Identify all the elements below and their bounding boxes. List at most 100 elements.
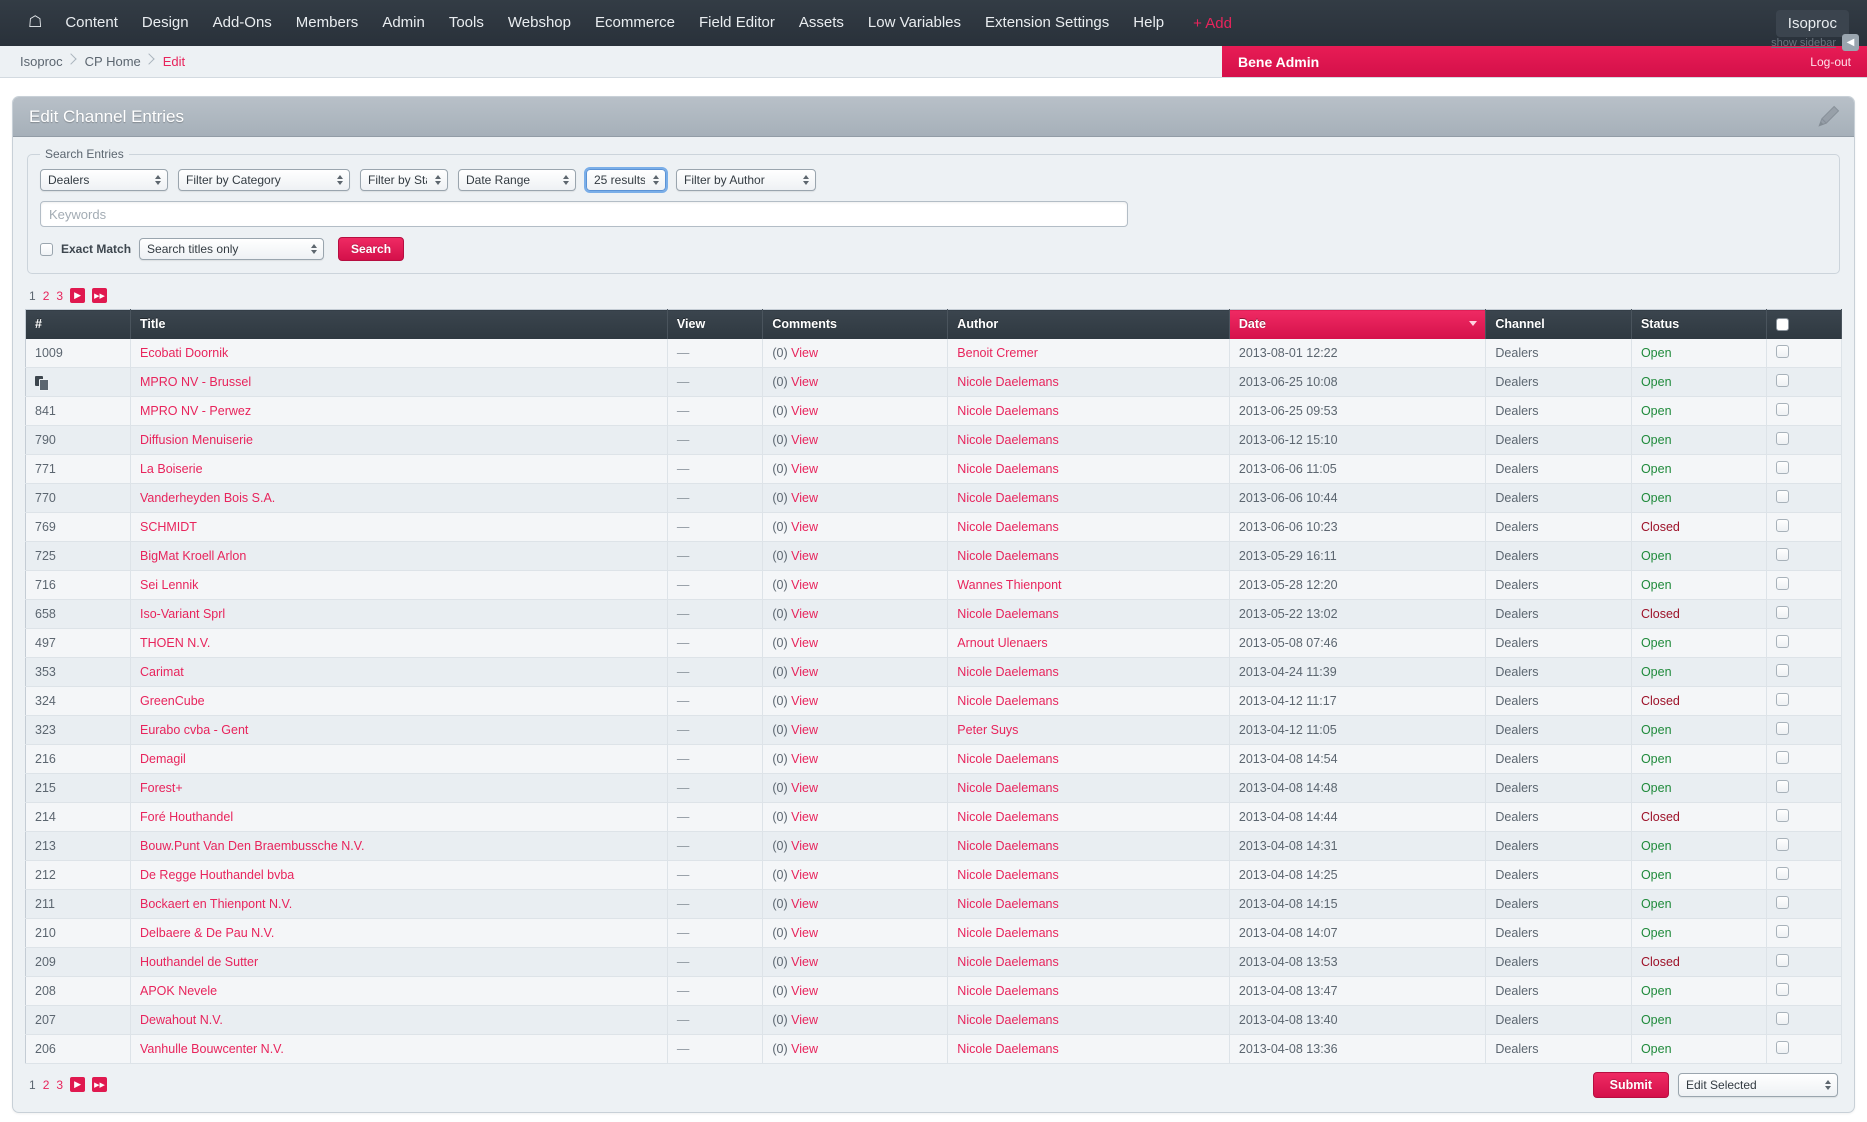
- add-button[interactable]: + Add: [1183, 10, 1242, 37]
- author-link[interactable]: Nicole Daelemans: [957, 520, 1058, 534]
- nav-item-members[interactable]: Members: [285, 9, 370, 37]
- last-page-icon[interactable]: ▶▶: [92, 288, 108, 303]
- entry-title-link[interactable]: Bockaert en Thienpont N.V.: [140, 897, 292, 911]
- comments-view-link[interactable]: View: [791, 897, 818, 911]
- entry-title-link[interactable]: Iso-Variant Sprl: [140, 607, 225, 621]
- row-select-checkbox[interactable]: [1775, 750, 1789, 764]
- entry-title-link[interactable]: Dewahout N.V.: [140, 1013, 223, 1027]
- next-page-icon[interactable]: ▶: [70, 1077, 86, 1092]
- comments-view-link[interactable]: View: [791, 926, 818, 940]
- row-select-checkbox[interactable]: [1775, 895, 1789, 909]
- row-select-checkbox[interactable]: [1775, 344, 1789, 358]
- comments-view-link[interactable]: View: [791, 723, 818, 737]
- entry-title-link[interactable]: SCHMIDT: [140, 520, 197, 534]
- column-header-title[interactable]: Title: [130, 309, 668, 339]
- row-select-checkbox[interactable]: [1775, 982, 1789, 996]
- author-link[interactable]: Nicole Daelemans: [957, 694, 1058, 708]
- nav-item-low-variables[interactable]: Low Variables: [857, 9, 972, 37]
- nav-item-ecommerce[interactable]: Ecommerce: [584, 9, 686, 37]
- comments-view-link[interactable]: View: [791, 752, 818, 766]
- bulk-action-select[interactable]: Edit Selected: [1678, 1072, 1838, 1097]
- comments-view-link[interactable]: View: [791, 810, 818, 824]
- submit-button[interactable]: Submit: [1592, 1071, 1669, 1098]
- nav-item-admin[interactable]: Admin: [371, 9, 436, 37]
- entry-title-link[interactable]: Forest+: [140, 781, 183, 795]
- entry-title-link[interactable]: Carimat: [140, 665, 184, 679]
- entry-title-link[interactable]: Delbaere & De Pau N.V.: [140, 926, 274, 940]
- author-link[interactable]: Nicole Daelemans: [957, 491, 1058, 505]
- author-link[interactable]: Nicole Daelemans: [957, 781, 1058, 795]
- author-link[interactable]: Nicole Daelemans: [957, 839, 1058, 853]
- row-select-checkbox[interactable]: [1775, 692, 1789, 706]
- entry-title-link[interactable]: MPRO NV - Brussel: [140, 375, 251, 389]
- entry-title-link[interactable]: Demagil: [140, 752, 186, 766]
- row-select-checkbox[interactable]: [1775, 431, 1789, 445]
- row-select-checkbox[interactable]: [1775, 547, 1789, 561]
- category-filter[interactable]: Filter by Category: [178, 169, 350, 191]
- search-scope-select[interactable]: Search titles only: [139, 238, 325, 260]
- author-filter[interactable]: Filter by Author: [676, 169, 816, 191]
- column-header-select-all[interactable]: [1766, 309, 1843, 339]
- entry-title-link[interactable]: BigMat Kroell Arlon: [140, 549, 246, 563]
- author-link[interactable]: Wannes Thienpont: [957, 578, 1061, 592]
- exact-match-checkbox[interactable]: [40, 242, 53, 256]
- comments-view-link[interactable]: View: [791, 375, 818, 389]
- page-link-2[interactable]: 2: [43, 289, 50, 303]
- author-link[interactable]: Nicole Daelemans: [957, 462, 1058, 476]
- author-link[interactable]: Nicole Daelemans: [957, 607, 1058, 621]
- nav-item-design[interactable]: Design: [131, 9, 200, 37]
- author-link[interactable]: Arnout Ulenaers: [957, 636, 1047, 650]
- author-link[interactable]: Nicole Daelemans: [957, 810, 1058, 824]
- breadcrumb-item-cp-home[interactable]: CP Home: [79, 46, 157, 78]
- exact-match-label[interactable]: Exact Match: [61, 242, 131, 256]
- column-header-num[interactable]: #: [25, 309, 131, 339]
- nav-item-tools[interactable]: Tools: [438, 9, 495, 37]
- column-header-author[interactable]: Author: [947, 309, 1230, 339]
- entry-title-link[interactable]: APOK Nevele: [140, 984, 217, 998]
- author-link[interactable]: Nicole Daelemans: [957, 404, 1058, 418]
- page-link-3[interactable]: 3: [56, 289, 63, 303]
- nav-item-help[interactable]: Help: [1122, 9, 1175, 37]
- row-select-checkbox[interactable]: [1775, 634, 1789, 648]
- author-link[interactable]: Nicole Daelemans: [957, 955, 1058, 969]
- author-link[interactable]: Nicole Daelemans: [957, 375, 1058, 389]
- entry-title-link[interactable]: MPRO NV - Perwez: [140, 404, 251, 418]
- site-selector[interactable]: Isoproc: [1775, 9, 1849, 37]
- row-select-checkbox[interactable]: [1775, 460, 1789, 474]
- row-select-checkbox[interactable]: [1775, 489, 1789, 503]
- row-select-checkbox[interactable]: [1775, 837, 1789, 851]
- row-select-checkbox[interactable]: [1775, 518, 1789, 532]
- entry-title-link[interactable]: Houthandel de Sutter: [140, 955, 258, 969]
- author-link[interactable]: Nicole Daelemans: [957, 984, 1058, 998]
- row-select-checkbox[interactable]: [1775, 1011, 1789, 1025]
- status-filter[interactable]: Filter by Status: [360, 169, 448, 191]
- comments-view-link[interactable]: View: [791, 839, 818, 853]
- breadcrumb-item-edit[interactable]: Edit: [157, 46, 201, 78]
- page-link-2[interactable]: 2: [43, 1078, 50, 1092]
- show-sidebar-link[interactable]: show sidebar: [1771, 37, 1836, 49]
- entry-title-link[interactable]: Vanderheyden Bois S.A.: [140, 491, 275, 505]
- row-select-checkbox[interactable]: [1775, 808, 1789, 822]
- results-count-filter[interactable]: 25 results: [584, 167, 668, 193]
- select-all-checkbox[interactable]: [1775, 318, 1789, 332]
- entry-title-link[interactable]: THOEN N.V.: [140, 636, 210, 650]
- row-select-checkbox[interactable]: [1775, 721, 1789, 735]
- next-page-icon[interactable]: ▶: [70, 288, 86, 303]
- comments-view-link[interactable]: View: [791, 781, 818, 795]
- comments-view-link[interactable]: View: [791, 665, 818, 679]
- nav-item-extension-settings[interactable]: Extension Settings: [974, 9, 1120, 37]
- author-link[interactable]: Nicole Daelemans: [957, 1013, 1058, 1027]
- column-header-view[interactable]: View: [667, 309, 764, 339]
- column-header-date[interactable]: Date: [1229, 309, 1487, 339]
- author-link[interactable]: Nicole Daelemans: [957, 868, 1058, 882]
- entry-title-link[interactable]: Diffusion Menuiserie: [140, 433, 253, 447]
- search-input[interactable]: [40, 201, 1128, 227]
- comments-view-link[interactable]: View: [791, 607, 818, 621]
- nav-item-webshop[interactable]: Webshop: [497, 9, 582, 37]
- logout-link[interactable]: Log-out: [1810, 55, 1851, 69]
- column-header-comments[interactable]: Comments: [762, 309, 949, 339]
- nav-item-content[interactable]: Content: [54, 9, 129, 37]
- duplicate-entry-icon[interactable]: [35, 375, 49, 391]
- comments-view-link[interactable]: View: [791, 1042, 818, 1056]
- channel-filter[interactable]: Dealers: [40, 169, 168, 191]
